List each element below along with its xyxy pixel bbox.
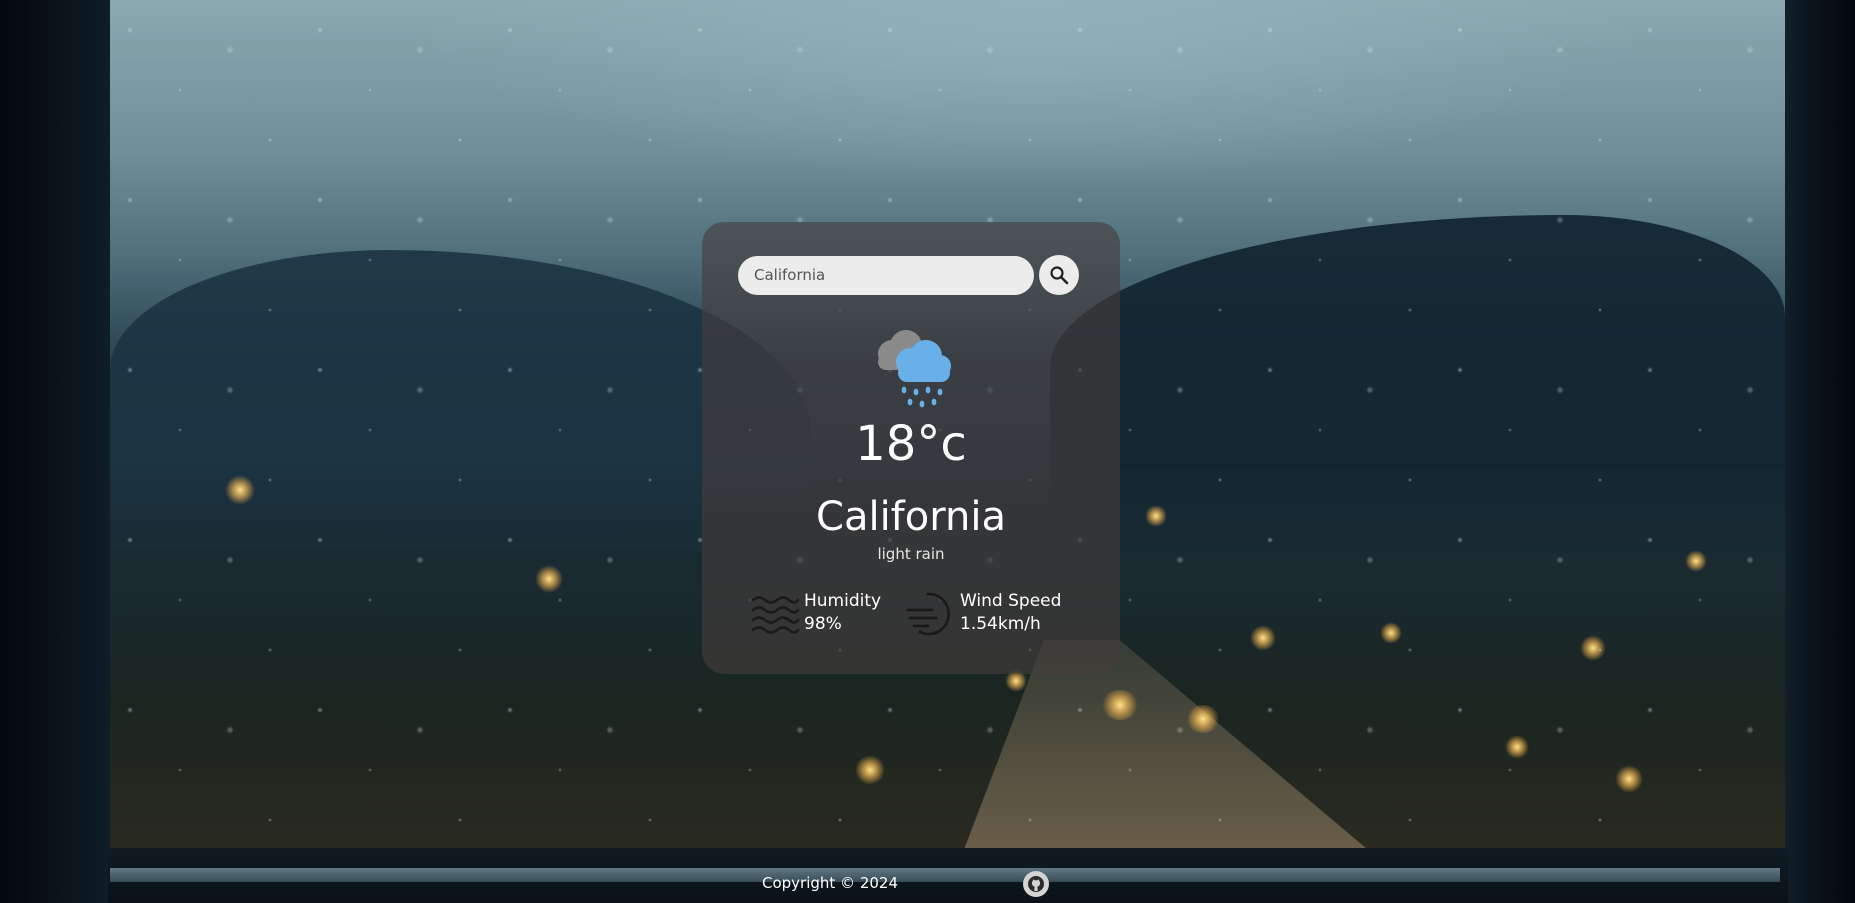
- search-icon: [1050, 266, 1069, 285]
- window-sill-strip: [110, 868, 1780, 882]
- humidity-waves-icon: [751, 596, 800, 634]
- humidity-value: 98%: [804, 614, 842, 634]
- search-button[interactable]: [1039, 255, 1079, 295]
- weather-description: light rain: [877, 545, 945, 563]
- github-icon: [1028, 876, 1044, 892]
- weather-card: 18°c California light rain Humidity 98%: [702, 222, 1120, 674]
- humidity-text: Humidity 98%: [804, 590, 881, 636]
- github-link[interactable]: [1023, 871, 1049, 897]
- wind-text: Wind Speed 1.54km/h: [960, 590, 1061, 636]
- city-name: California: [816, 494, 1006, 540]
- search-bar: [738, 255, 1079, 295]
- humidity-detail: Humidity 98%: [750, 590, 881, 638]
- wind-value: 1.54km/h: [960, 614, 1041, 634]
- wind-label: Wind Speed: [960, 591, 1062, 611]
- window-frame-right: [1785, 0, 1855, 903]
- temperature: 18°c: [855, 416, 967, 472]
- window-frame-left: [0, 0, 110, 903]
- rain-cloud-icon: [878, 330, 951, 408]
- weather-details: Humidity 98% Wind Speed 1.54km/h: [750, 590, 1090, 644]
- wind-detail: Wind Speed 1.54km/h: [906, 590, 1061, 638]
- copyright-text: Copyright © 2024: [761, 874, 898, 892]
- wind-icon: [906, 592, 951, 636]
- search-input[interactable]: [738, 255, 1034, 295]
- humidity-label: Humidity: [804, 591, 882, 611]
